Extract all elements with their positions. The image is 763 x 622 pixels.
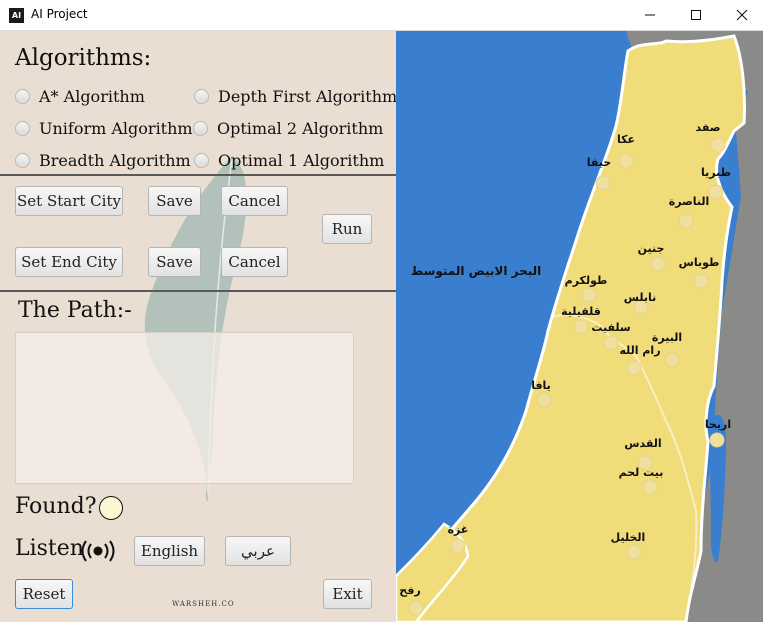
cancel-start-button[interactable]: Cancel [221,186,288,216]
radio-circle[interactable] [15,153,30,168]
found-label: Found? [15,494,97,519]
city-marker[interactable] [642,479,658,495]
city-marker[interactable] [693,273,709,289]
city-label: رفح [399,584,420,597]
city-marker[interactable] [708,184,724,200]
separator [0,290,396,292]
city-marker[interactable] [678,213,694,229]
palestine-map: البحر الابيض المتوسط صفد عكا حيفا طبريا … [396,31,763,622]
close-button[interactable] [719,0,763,30]
title-bar: AI AI Project [0,0,763,31]
radio-circle[interactable] [194,89,209,104]
radio-label: Breadth Algorithm [39,151,191,170]
city-marker[interactable] [595,175,611,191]
city-marker[interactable] [573,319,589,335]
listen-label: Listen [15,536,84,561]
city-label: طوباس [679,256,720,269]
radio-optimal-1[interactable]: Optimal 1 Algorithm [194,151,384,171]
city-marker[interactable] [664,352,680,368]
city-marker[interactable] [581,287,597,303]
city-label: حيفا [587,156,611,169]
radio-label: Uniform Algorithm [39,119,193,138]
city-marker[interactable] [536,392,552,408]
city-label: القدس [624,437,661,450]
maximize-button[interactable] [673,0,719,30]
set-start-city-button[interactable]: Set Start City [15,186,123,216]
radio-label: Optimal 2 Algorithm [217,119,384,138]
set-end-city-button[interactable]: Set End City [15,247,123,277]
maximize-icon [691,10,701,20]
radio-depth-first[interactable]: Depth First Algorithm [194,87,396,107]
radio-circle[interactable] [193,121,208,136]
exit-button[interactable]: Exit [323,579,372,609]
close-icon [736,9,748,21]
algorithms-heading: Algorithms: [15,45,152,71]
broadcast-icon [81,540,115,562]
city-marker[interactable] [626,544,642,560]
city-label: رام الله [619,344,660,357]
city-label: اريحا [705,418,731,431]
city-marker[interactable] [450,538,466,554]
control-panel: Algorithms: A* Algorithm Depth First Alg… [0,31,396,622]
radio-breadth[interactable]: Breadth Algorithm [15,151,191,171]
run-button[interactable]: Run [322,214,372,244]
city-label: البيرة [652,331,682,344]
radio-label: A* Algorithm [39,87,145,106]
city-label: قلقيلية [561,305,601,318]
city-label: صفد [696,121,721,134]
city-marker[interactable] [626,360,642,376]
window-title: AI Project [31,7,88,21]
city-marker[interactable] [618,153,634,169]
city-label: نابلس [624,291,656,304]
city-label: بيت لحم [619,466,664,479]
english-button[interactable]: English [134,536,205,566]
city-marker[interactable] [603,335,619,351]
city-marker[interactable] [650,256,666,272]
sea-label: البحر الابيض المتوسط [411,264,542,279]
path-output[interactable] [15,332,354,484]
radio-label: Depth First Algorithm [218,87,396,106]
city-label: الناصرة [669,195,710,208]
save-start-button[interactable]: Save [148,186,201,216]
app-icon: AI [9,8,24,23]
city-label: يافا [531,379,551,392]
city-marker[interactable] [408,600,424,616]
radio-circle[interactable] [194,153,209,168]
minimize-button[interactable] [627,0,673,30]
city-label: عكا [617,133,635,146]
city-marker[interactable] [709,432,725,448]
city-label: سلفيت [591,321,630,334]
radio-a-star[interactable]: A* Algorithm [15,87,145,107]
city-label: غزة [448,523,469,536]
city-label: طبريا [701,166,731,179]
reset-button[interactable]: Reset [15,579,73,609]
radio-label: Optimal 1 Algorithm [218,151,385,170]
arabic-button[interactable]: عربي [225,536,291,566]
city-label: جنين [638,242,665,255]
cancel-end-button[interactable]: Cancel [221,247,288,277]
city-marker[interactable] [710,137,726,153]
radio-circle[interactable] [15,89,30,104]
radio-optimal-2[interactable]: Optimal 2 Algorithm [193,119,383,139]
city-label: طولكرم [565,274,608,287]
minimize-icon [645,14,655,16]
save-end-button[interactable]: Save [148,247,201,277]
path-heading: The Path:- [18,298,132,323]
watermark: WARSHEH.CO [172,600,235,608]
found-indicator [99,496,123,520]
radio-circle[interactable] [15,121,30,136]
city-label: الخليل [611,531,646,544]
radio-uniform[interactable]: Uniform Algorithm [15,119,193,139]
separator [0,174,396,176]
